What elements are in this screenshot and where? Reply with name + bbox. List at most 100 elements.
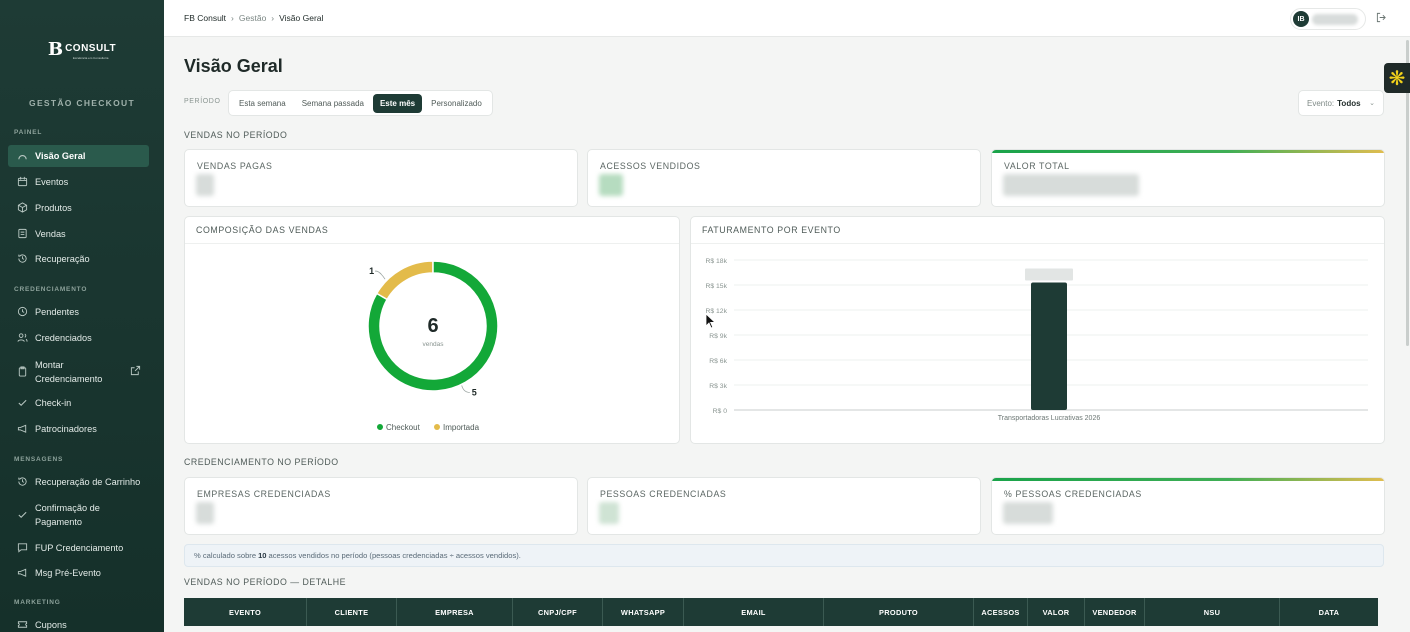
panel-title: COMPOSIÇÃO DAS VENDAS	[196, 225, 329, 235]
kpi-label: VALOR TOTAL	[1004, 161, 1070, 171]
sidebar-item-cupons[interactable]: Cupons	[8, 619, 149, 630]
kpi-vendas-pagas: VENDAS PAGAS	[184, 149, 578, 207]
donut-slice-importada	[375, 260, 434, 301]
column-header-data[interactable]: DATA	[1280, 598, 1378, 626]
sidebar-item-label: Msg Pré-Evento	[35, 567, 101, 578]
legend-swatch-checkout	[377, 424, 383, 430]
sidebar-item-pendentes[interactable]: Pendentes	[8, 306, 149, 317]
sidebar-item-label: Cupons	[35, 619, 67, 630]
sidebar-item-fup-credenciamento[interactable]: FUP Credenciamento	[8, 542, 149, 553]
mouse-cursor-icon	[705, 313, 716, 329]
megaphone-icon	[17, 423, 28, 434]
period-option-personalizado[interactable]: Personalizado	[424, 94, 489, 113]
kpi-percent-pessoas-credenciadas: % PESSOAS CREDENCIADAS	[991, 477, 1385, 535]
sidebar-item-label: Confirmação de	[35, 502, 100, 513]
legend-label-checkout: Checkout	[386, 423, 421, 432]
legend-label-importada: Importada	[443, 423, 480, 432]
sidebar-item-label: Pagamento	[35, 516, 82, 527]
gauge-icon	[17, 151, 28, 162]
kpi-label: ACESSOS VENDIDOS	[600, 161, 701, 171]
top-bar: FB Consult › Gestão › Visão Geral IB	[164, 0, 1410, 37]
sidebar-item-label: Check-in	[35, 397, 72, 408]
column-header-valor[interactable]: VALOR	[1028, 598, 1085, 626]
breadcrumb-item-current: Visão Geral	[279, 13, 324, 23]
x-tick-label: Transportadoras Lucrativas 2026	[998, 415, 1101, 422]
panel-header: COMPOSIÇÃO DAS VENDAS	[185, 217, 679, 244]
kpi-valor-total: VALOR TOTAL	[991, 149, 1385, 207]
revenue-panel: FATURAMENTO POR EVENTO R$ 0 R$ 3k R$ 6k R$ …	[690, 216, 1385, 444]
donut-center-label: vendas	[423, 341, 445, 348]
sidebar-item-visao-geral[interactable]: Visão Geral	[8, 145, 149, 167]
period-option-esta-semana[interactable]: Esta semana	[232, 94, 293, 113]
sidebar-item-label: Produtos	[35, 202, 72, 213]
event-filter-select[interactable]: Evento: Todos ⌄	[1298, 90, 1384, 116]
user-menu[interactable]: IB	[1290, 8, 1366, 30]
section-title-detalhe: VENDAS NO PERÍODO — DETALHE	[184, 577, 346, 587]
column-header-cnpj-cpf[interactable]: CNPJ/CPF	[513, 598, 603, 626]
nav-section-painel: PAINEL	[14, 129, 43, 136]
sidebar-item-label: Vendas	[35, 228, 66, 239]
sidebar-item-credenciados[interactable]: Credenciados	[8, 332, 149, 343]
column-header-nsu[interactable]: NSU	[1145, 598, 1280, 626]
sidebar-item-produtos[interactable]: Produtos	[8, 202, 149, 213]
sidebar-item-eventos[interactable]: Eventos	[8, 176, 149, 187]
sidebar-item-msg-pre-evento[interactable]: Msg Pré-Evento	[8, 567, 149, 578]
column-header-produto[interactable]: PRODUTO	[824, 598, 974, 626]
period-option-este-mes[interactable]: Este mês	[372, 93, 423, 113]
breadcrumb-item-gestao[interactable]: Gestão	[239, 13, 266, 23]
sidebar-item-recuperacao-carrinho[interactable]: Recuperação de Carrinho	[8, 476, 149, 487]
column-header-email[interactable]: EMAIL	[684, 598, 824, 626]
sidebar-item-confirmacao-pagamento[interactable]: Confirmação de Pagamento	[8, 501, 149, 528]
column-header-cliente[interactable]: CLIENTE	[307, 598, 397, 626]
column-header-vendedor[interactable]: VENDEDOR	[1085, 598, 1145, 626]
breadcrumb: FB Consult › Gestão › Visão Geral	[184, 13, 323, 23]
kpi-empresas-credenciadas: EMPRESAS CREDENCIADAS	[184, 477, 578, 535]
sidebar-item-label: FUP Credenciamento	[35, 542, 124, 553]
clipboard-icon	[17, 366, 28, 377]
brand-logo: B CONSULT Excelência em Consultoria	[0, 38, 164, 61]
column-header-acessos[interactable]: ACESSOS	[974, 598, 1028, 626]
sales-table-header: EVENTO CLIENTE EMPRESA CNPJ/CPF WHATSAPP…	[184, 598, 1378, 626]
period-label: PERÍODO	[184, 98, 221, 105]
sidebar-item-montar-credenciamento[interactable]: Montar Credenciamento	[8, 358, 149, 385]
kpi-label: EMPRESAS CREDENCIADAS	[197, 489, 331, 499]
sidebar-item-vendas[interactable]: Vendas	[8, 228, 149, 239]
external-link-icon	[130, 365, 141, 378]
sidebar-item-label: Credenciamento	[35, 373, 103, 384]
sidebar-item-label: Recuperação	[35, 253, 90, 264]
sidebar-item-label: Patrocinadores	[35, 423, 97, 434]
column-header-evento[interactable]: EVENTO	[184, 598, 307, 626]
column-header-whatsapp[interactable]: WHATSAPP	[603, 598, 684, 626]
check-icon	[17, 509, 28, 520]
section-title-credenciamento: CREDENCIAMENTO NO PERÍODO	[184, 457, 339, 467]
y-tick-label: R$ 15k	[705, 283, 727, 290]
logout-icon[interactable]	[1376, 12, 1387, 26]
brand-tagline: Excelência em Consultoria	[72, 56, 109, 60]
breadcrumb-separator: ›	[271, 13, 275, 23]
legend-swatch-importada	[434, 424, 440, 430]
sidebar-item-label: Recuperação de Carrinho	[35, 476, 141, 487]
page-title: Visão Geral	[184, 56, 283, 76]
check-icon	[17, 397, 28, 408]
breadcrumb-item-root[interactable]: FB Consult	[184, 13, 226, 23]
kpi-value-redacted	[1003, 502, 1053, 524]
sidebar-item-checkin[interactable]: Check-in	[8, 397, 149, 408]
extension-widget-icon[interactable]: ❋	[1384, 63, 1410, 93]
brand-mark: B	[47, 38, 63, 60]
donut-label-leader	[374, 270, 386, 280]
period-option-semana-passada[interactable]: Semana passada	[295, 94, 371, 113]
sidebar-item-label: Visão Geral	[35, 151, 86, 161]
column-header-empresa[interactable]: EMPRESA	[397, 598, 513, 626]
panel-title: FATURAMENTO POR EVENTO	[702, 225, 841, 235]
sidebar-item-recuperacao[interactable]: Recuperação	[8, 253, 149, 264]
sidebar-item-patrocinadores[interactable]: Patrocinadores	[8, 423, 149, 434]
history-icon	[17, 253, 28, 264]
kpi-value-redacted	[599, 502, 619, 524]
sidebar-item-label: Pendentes	[35, 306, 79, 317]
period-selector: Esta semana Semana passada Este mês Pers…	[228, 90, 493, 116]
brand-name: CONSULT	[65, 43, 117, 54]
history-icon	[17, 476, 28, 487]
event-filter-value: Todos	[1337, 98, 1361, 108]
box-icon	[17, 202, 28, 213]
kpi-label: VENDAS PAGAS	[197, 161, 273, 171]
